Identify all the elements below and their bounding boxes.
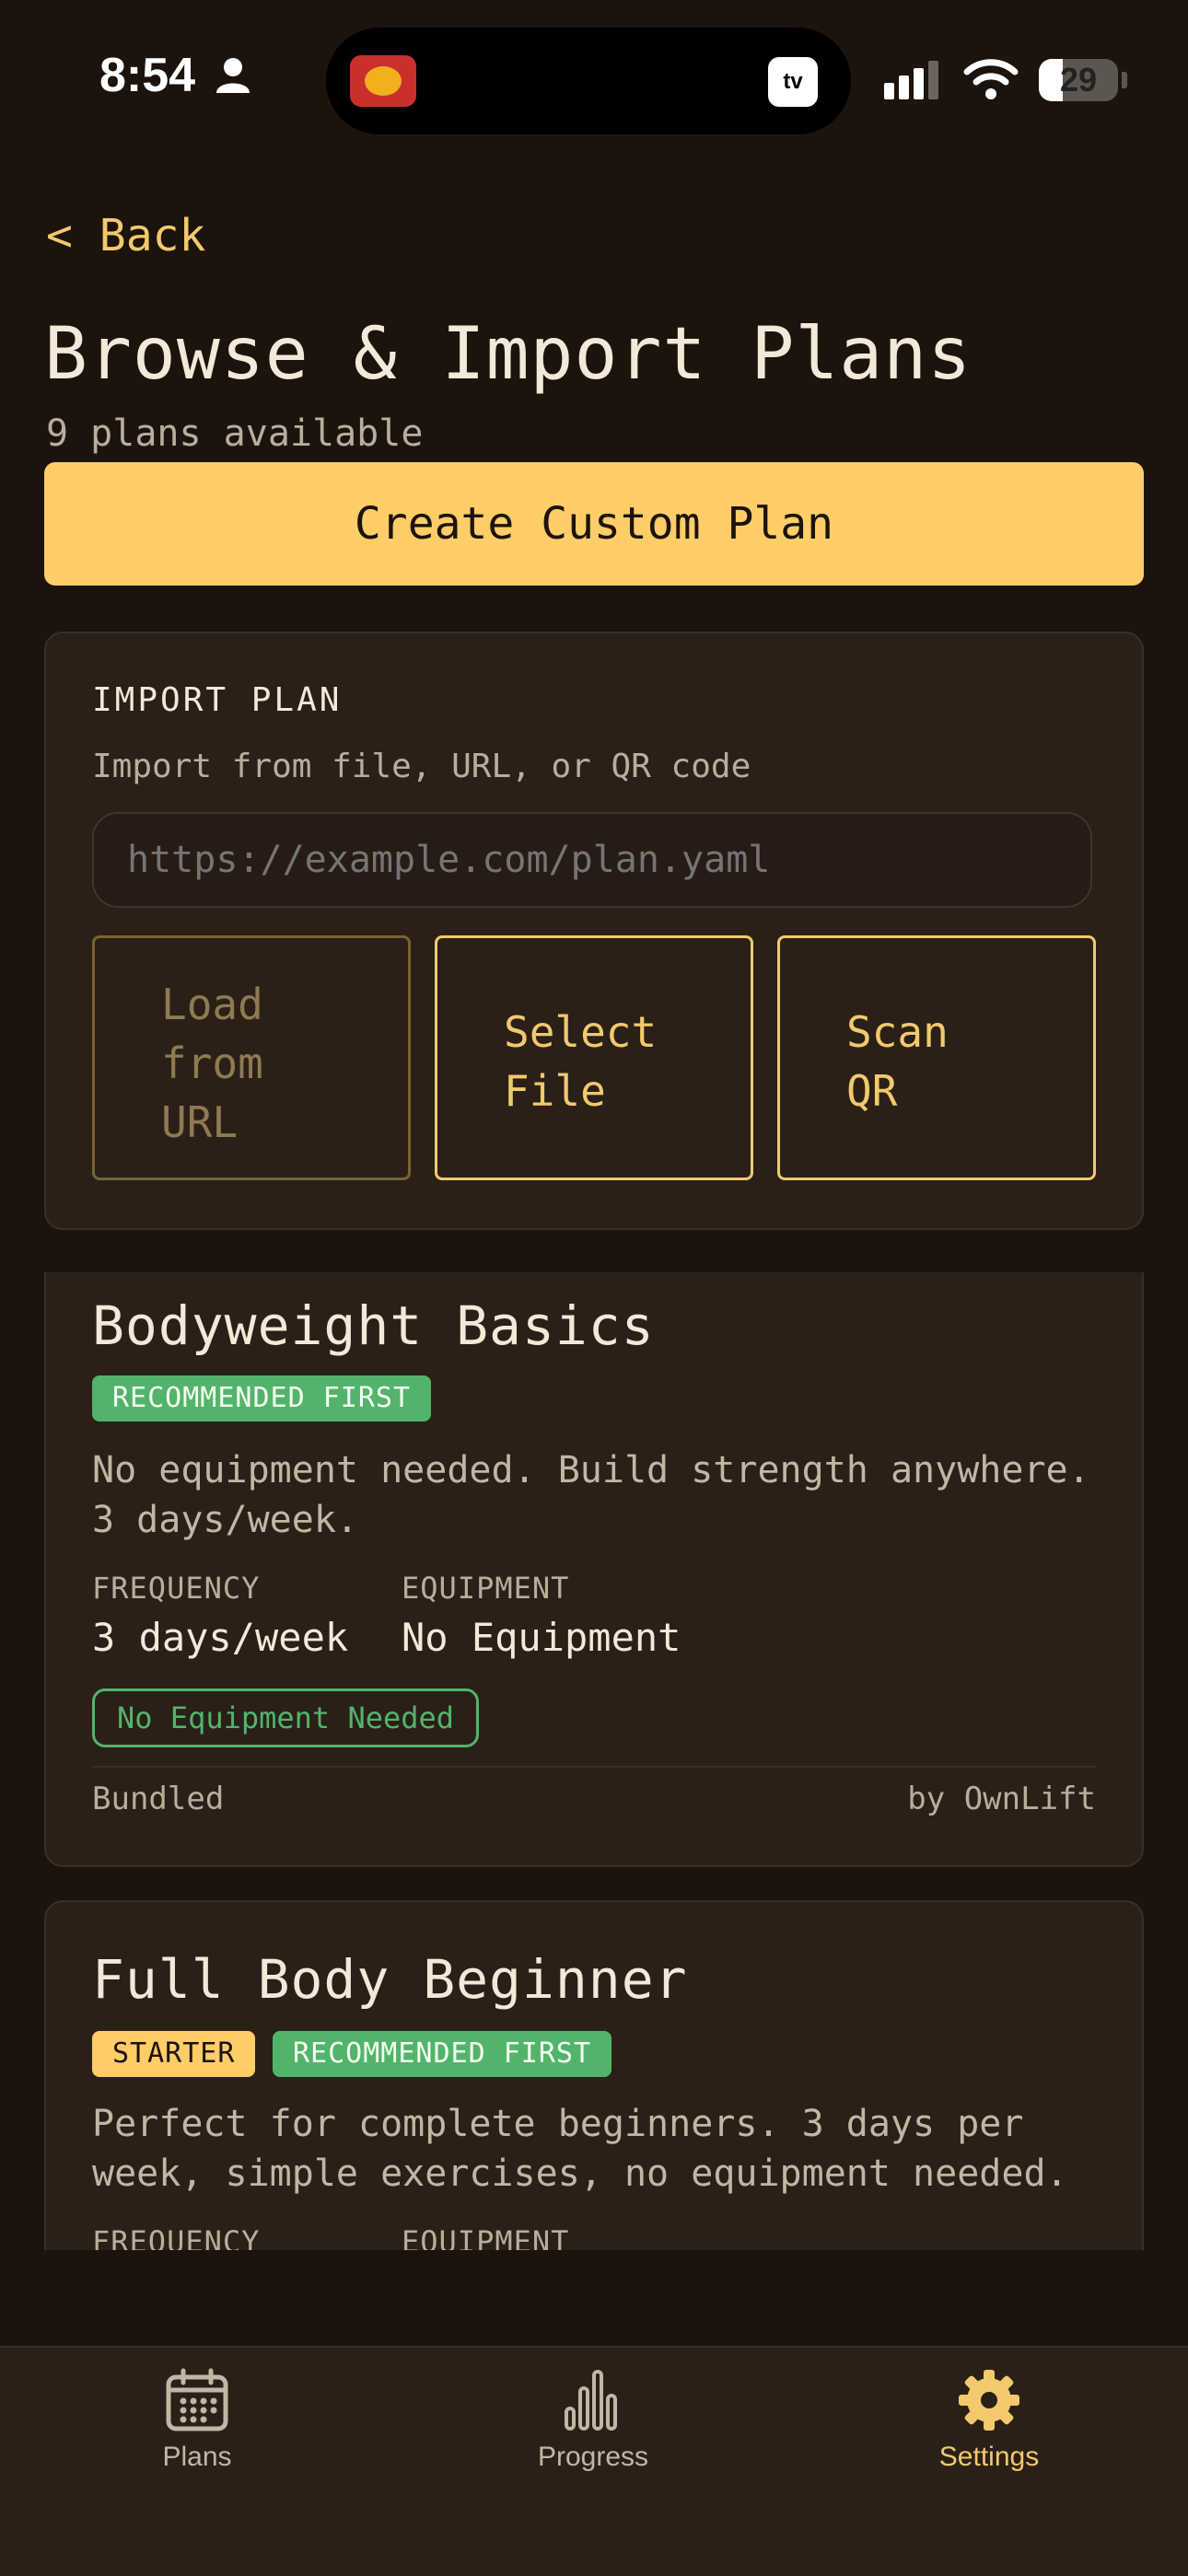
- apple-tv-icon: tv: [768, 57, 818, 107]
- status-time: 8:54: [99, 48, 251, 103]
- plan-description-line-2: week, simple exercises, no equipment nee…: [92, 2152, 1068, 2195]
- plan-description-line-1: Perfect for complete beginners. 3 days p…: [92, 2103, 1024, 2145]
- recommended-badge: RECOMMENDED FIRST: [273, 2031, 612, 2077]
- import-heading: IMPORT PLAN: [92, 681, 343, 719]
- plan-title: Full Body Beginner: [92, 1948, 688, 2011]
- equipment-value: No Equipment: [402, 1615, 681, 1660]
- calendar-icon: [166, 2368, 228, 2431]
- tab-bar: Plans Progress Settings: [0, 2346, 1188, 2576]
- plan-url-input[interactable]: [92, 812, 1092, 908]
- plan-description: No equipment needed. Build strength anyw…: [92, 1445, 1105, 1545]
- plan-description: Perfect for complete beginners. 3 days p…: [92, 2099, 1105, 2199]
- plans-count: 9 plans available: [46, 412, 424, 455]
- frequency-label: FREQUENCY: [92, 1571, 261, 1606]
- load-button-label-1: Load: [161, 980, 263, 1029]
- scroll-clip: [0, 2250, 1188, 2346]
- card-divider: [92, 1766, 1096, 1768]
- import-description: Import from file, URL, or QR code: [92, 748, 751, 785]
- load-from-url-button[interactable]: Load from URL: [92, 935, 411, 1180]
- plan-description-line-1: No equipment needed. Build strength anyw…: [92, 1449, 1090, 1491]
- load-button-label-2: from: [161, 1039, 263, 1088]
- create-custom-plan-button[interactable]: Create Custom Plan: [44, 462, 1144, 586]
- scan-button-label-2: QR: [846, 1066, 898, 1116]
- tab-progress[interactable]: Progress: [455, 2368, 731, 2473]
- cellular-signal-icon: [884, 61, 943, 99]
- plan-author: by OwnLift: [907, 1781, 1096, 1817]
- plan-title: Bodyweight Basics: [92, 1294, 655, 1357]
- tab-plans[interactable]: Plans: [59, 2368, 335, 2473]
- plan-card-bodyweight-basics[interactable]: [44, 1272, 1144, 1867]
- tab-progress-label: Progress: [537, 2442, 649, 2472]
- battery-icon: 29: [1039, 59, 1118, 101]
- live-activity-app-icon: [350, 55, 416, 107]
- wifi-icon: [963, 59, 1019, 99]
- plan-source: Bundled: [92, 1781, 225, 1817]
- scan-button-label-1: Scan: [846, 1007, 949, 1057]
- equipment-label: EQUIPMENT: [402, 1571, 570, 1606]
- select-button-label-2: File: [504, 1066, 606, 1116]
- starter-badge: STARTER: [92, 2031, 256, 2077]
- tab-settings-label: Settings: [938, 2442, 1040, 2472]
- scan-qr-button[interactable]: Scan QR: [777, 935, 1096, 1180]
- load-button-label-3: URL: [161, 1097, 239, 1147]
- plan-description-line-2: 3 days/week.: [92, 1499, 358, 1541]
- bar-chart-icon: [565, 2370, 617, 2431]
- gear-icon: [959, 2370, 1019, 2431]
- frequency-value: 3 days/week: [92, 1615, 349, 1660]
- battery-cap: [1122, 72, 1127, 88]
- equipment-tag: No Equipment Needed: [92, 1688, 480, 1747]
- select-file-button[interactable]: Select File: [435, 935, 753, 1180]
- person-icon: [215, 58, 250, 93]
- recommended-badge: RECOMMENDED FIRST: [92, 1375, 432, 1421]
- page-title: Browse & Import Plans: [44, 313, 973, 396]
- select-button-label-1: Select: [504, 1007, 658, 1057]
- tab-plans-label: Plans: [162, 2442, 232, 2472]
- tab-settings[interactable]: Settings: [851, 2368, 1127, 2473]
- back-button[interactable]: < Back: [46, 210, 205, 261]
